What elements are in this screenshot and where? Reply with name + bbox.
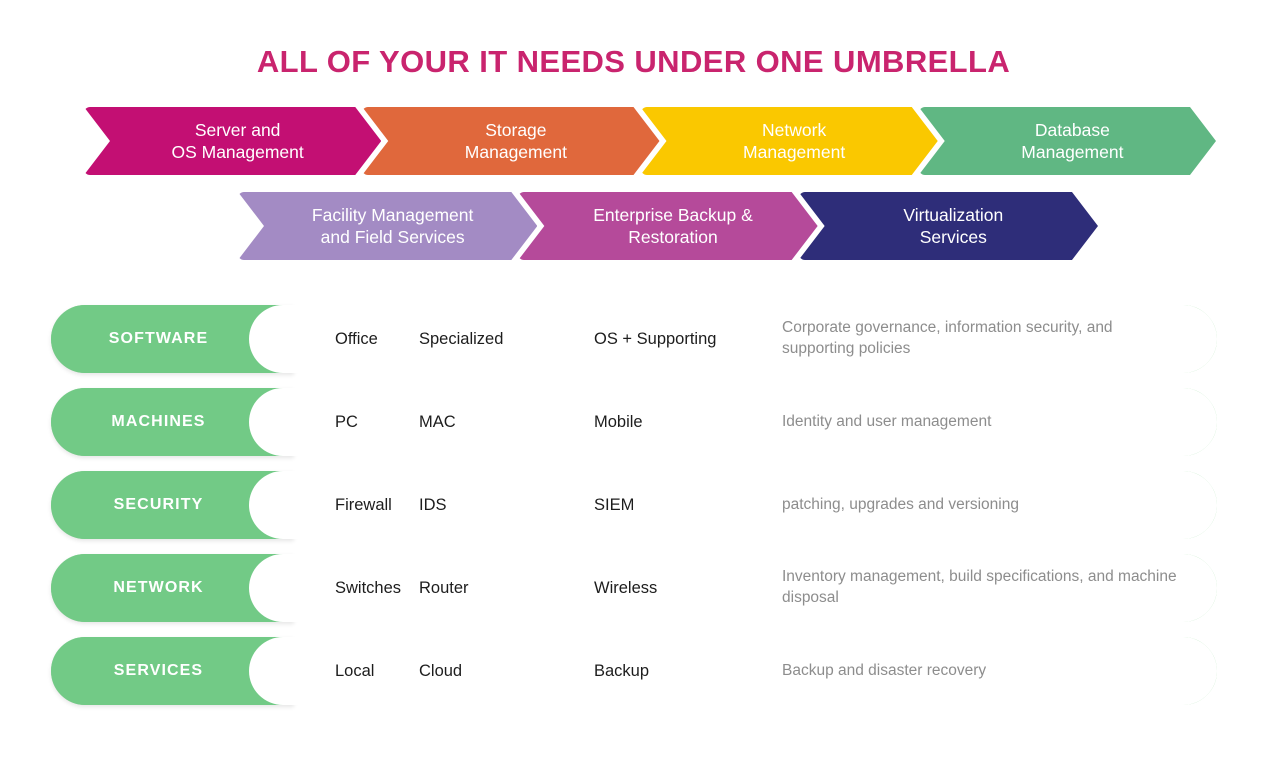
chevron-label-line1: Server and [194,119,281,140]
page-title: ALL OF YOUR IT NEEDS UNDER ONE UMBRELLA [256,44,1011,79]
row-cell-1: Switches [335,578,402,597]
chevron-label-line2: Services [919,227,987,247]
row-cell-3: Backup [594,661,650,680]
row-cell-3: OS + Supporting [594,329,717,348]
row-cell-1: Local [335,661,375,680]
chevron-row-2-item-3[interactable]: Virtualization Services [798,192,1098,260]
table-row: MACHINES PC MAC Mobile Identity and user man… [51,388,1217,456]
row-cell-3: SIEM [594,495,635,514]
row-note: patching, upgrades and versioning [782,495,1019,513]
row-cell-1: Firewall [335,495,392,514]
row-cell-3: Wireless [594,578,658,597]
row-note: Inventory management, build specificatio… [782,568,1177,606]
process-chevron-row-primary: Server and OS Management Storage Management… [84,107,1216,175]
chevron-label-line2: Management [464,142,567,162]
process-chevron-row-secondary: Facility Management and Field Services Ent… [238,192,1098,260]
table-row: NETWORK Switches Router Wireless Inventory m… [51,554,1217,622]
row-category-label: NETWORK [113,579,204,596]
chevron-label-line1: Enterprise Backup & [593,204,753,225]
row-category-label: MACHINES [111,413,206,430]
row-cell-3: Mobile [594,412,643,431]
chevron-row-1-item-4[interactable]: Database Management [918,107,1216,175]
row-category-label: SERVICES [113,662,204,679]
row-cell-2: Router [419,578,469,597]
table-row: SOFTWARE Office Specialized OS + Supporting… [51,305,1217,373]
chevron-label-line1: Virtualization [903,204,1004,225]
chevron-label-line2: Management [743,142,846,162]
chevron-label-line2: OS Management [171,142,304,162]
chevron-label-line1: Facility Management [311,204,474,225]
row-note: Corporate governance, information securi… [782,319,1113,357]
chevron-label-line1: Storage [485,119,547,140]
row-cell-2: Specialized [419,329,504,348]
chevron-label-line2: and Field Services [320,227,465,247]
chevron-label-line1: Database [1034,119,1110,140]
row-cell-2: Cloud [419,661,463,680]
chevron-row-2-item-2[interactable]: Enterprise Backup & Restoration [518,192,818,260]
table-row: SECURITY Firewall IDS SIEM patching, upgrade… [51,471,1217,539]
row-cell-1: Office [335,329,378,348]
chevron-row-1-item-3[interactable]: Network Management [640,107,938,175]
row-cell-2: IDS [419,495,447,514]
row-category-label: SECURITY [113,496,204,513]
row-category-label: SOFTWARE [108,330,209,347]
table-row: SERVICES Local Cloud Backup Backup and disas… [51,637,1217,705]
capability-table: SOFTWARE Office Specialized OS + Supporting… [51,305,1217,720]
chevron-label-line1: Network [762,119,827,140]
chevron-row-1-item-2[interactable]: Storage Management [362,107,660,175]
row-cell-2: MAC [419,412,456,431]
row-cell-1: PC [335,412,358,431]
chevron-row-2-item-1[interactable]: Facility Management and Field Services [238,192,538,260]
row-note: Identity and user management [782,412,992,430]
row-note: Backup and disaster recovery [782,661,987,679]
chevron-label-line2: Restoration [628,227,718,247]
chevron-row-1-item-1[interactable]: Server and OS Management [84,107,382,175]
chevron-label-line2: Management [1021,142,1124,162]
